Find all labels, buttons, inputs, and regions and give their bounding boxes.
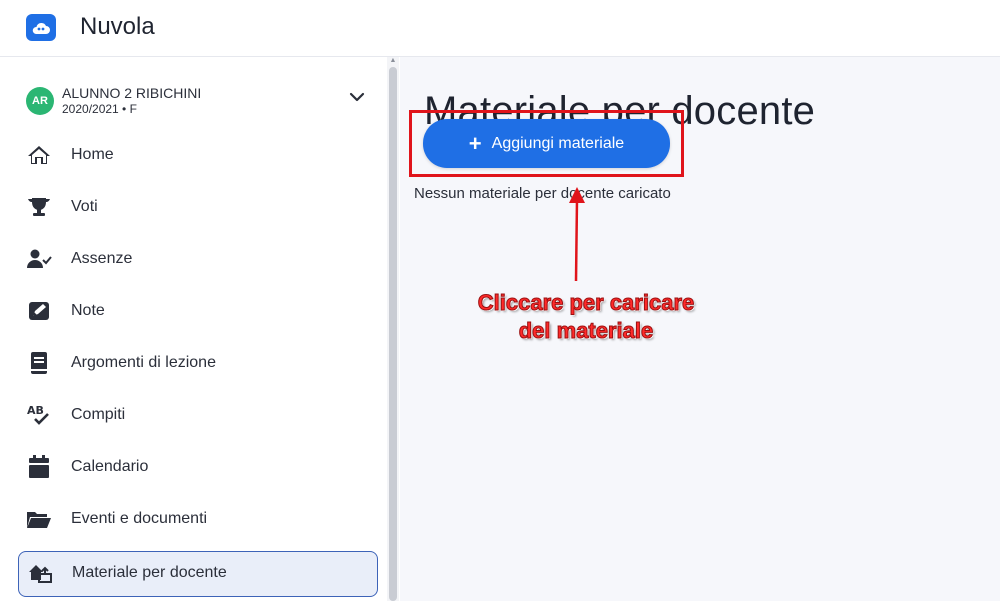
user-name: ALUNNO 2 RIBICHINI — [62, 85, 202, 101]
sidebar-item-eventi-e-documenti[interactable]: Eventi e documenti — [18, 498, 376, 540]
user-selector[interactable]: AR ALUNNO 2 RIBICHINI 2020/2021 • F — [26, 82, 376, 118]
app-title: Nuvola — [80, 13, 155, 40]
trophy-icon — [26, 195, 52, 219]
sidebar-item-note[interactable]: Note — [18, 290, 376, 332]
add-material-button[interactable]: + Aggiungi materiale — [423, 119, 670, 168]
home-icon — [26, 143, 52, 167]
sidebar-item-label: Argomenti di lezione — [71, 354, 216, 371]
sidebar-scrollbar-thumb[interactable] — [389, 67, 397, 601]
sidebar-item-voti[interactable]: Voti — [18, 186, 376, 228]
sidebar-item-materiale-per-docente[interactable]: Materiale per docente — [18, 551, 378, 597]
top-bar: Nuvola — [0, 0, 1000, 57]
spellcheck-icon: AB — [26, 403, 52, 427]
house-upload-icon — [27, 561, 53, 585]
annotation-arrow-icon — [569, 187, 585, 282]
sidebar-item-label: Note — [71, 302, 105, 319]
annotation-line-1: Cliccare per caricare — [477, 290, 695, 316]
sidebar-item-label: Calendario — [71, 458, 149, 475]
user-school-year: 2020/2021 • F — [62, 102, 137, 116]
folder-open-icon — [26, 507, 52, 531]
scroll-up-icon[interactable]: ▲ — [389, 57, 397, 65]
sidebar-item-argomenti-di-lezione[interactable]: Argomenti di lezione — [18, 342, 376, 384]
sidebar-item-assenze[interactable]: Assenze — [18, 238, 376, 280]
sidebar-item-label: Materiale per docente — [72, 564, 227, 581]
sidebar-item-home[interactable]: Home — [18, 134, 376, 176]
avatar: AR — [26, 87, 54, 115]
sidebar-item-calendario[interactable]: Calendario — [18, 446, 376, 488]
plus-icon: + — [468, 130, 482, 156]
add-material-label: Aggiungi materiale — [491, 134, 625, 152]
note-icon — [26, 299, 52, 323]
user-check-icon — [26, 247, 52, 271]
empty-state-message: Nessun materiale per docente caricato — [414, 185, 671, 202]
sidebar-item-compiti[interactable]: AB Compiti — [18, 394, 376, 436]
sidebar-item-label: Eventi e documenti — [71, 510, 208, 527]
svg-text:AB: AB — [27, 404, 44, 417]
sidebar-item-label: Compiti — [71, 406, 126, 423]
annotation-line-2: del materiale — [518, 318, 654, 344]
book-icon — [26, 351, 52, 375]
nuvola-logo-icon[interactable] — [26, 14, 56, 41]
sidebar-item-label: Voti — [71, 198, 98, 215]
sidebar-item-label: Assenze — [71, 250, 133, 267]
sidebar-item-label: Home — [71, 146, 114, 163]
chevron-down-icon[interactable] — [348, 88, 366, 106]
calendar-icon — [26, 455, 52, 479]
annotation-text: Cliccare per caricare del materiale — [436, 289, 736, 345]
